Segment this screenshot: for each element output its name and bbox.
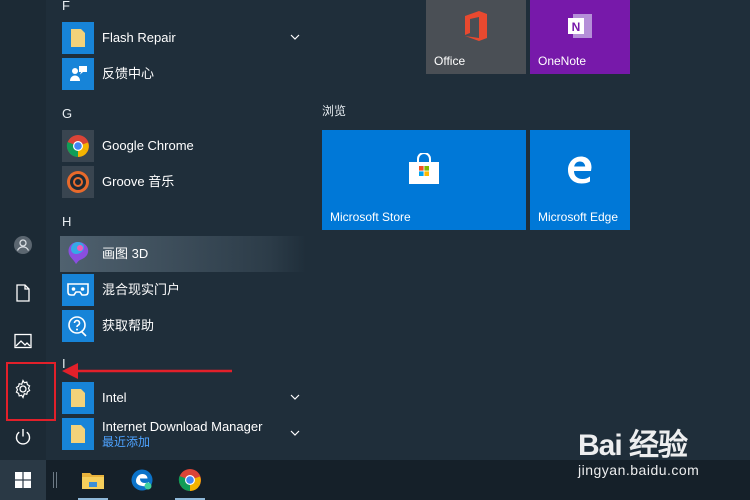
app-label: Google Chrome bbox=[102, 138, 194, 153]
chevron-down-icon[interactable] bbox=[290, 32, 300, 42]
watermark-brand: Bai 经验 bbox=[578, 429, 688, 462]
app-feedback-hub[interactable]: 反馈中心 bbox=[60, 56, 306, 92]
app-mixed-reality-portal[interactable]: 混合现实门户 bbox=[60, 272, 306, 308]
feedback-hub-icon bbox=[62, 58, 94, 90]
groove-music-icon bbox=[62, 166, 94, 198]
office-icon bbox=[426, 0, 526, 52]
recently-added-label: 最近添加 bbox=[102, 435, 151, 449]
app-paint-3d[interactable]: 画图 3D bbox=[60, 236, 306, 272]
folder-icon bbox=[62, 418, 94, 450]
folder-icon bbox=[62, 382, 94, 414]
get-help-icon bbox=[62, 310, 94, 342]
taskbar-file-explorer[interactable] bbox=[70, 460, 116, 500]
folder-icon bbox=[62, 22, 94, 54]
app-label: Intel bbox=[102, 390, 127, 405]
file-explorer-icon bbox=[82, 473, 104, 489]
app-intel[interactable]: Intel bbox=[60, 380, 306, 416]
mixed-reality-icon bbox=[62, 274, 94, 306]
pictures-button[interactable] bbox=[0, 318, 46, 364]
app-label: Groove 音乐 bbox=[102, 174, 175, 189]
tile-label: Microsoft Store bbox=[330, 210, 411, 224]
app-list: F Flash Repair 反馈中心 G Google Chrome Groo… bbox=[56, 0, 306, 460]
start-button[interactable] bbox=[0, 460, 46, 500]
power-icon bbox=[15, 429, 31, 445]
app-flash-repair[interactable]: Flash Repair bbox=[60, 20, 306, 56]
tile-microsoft-store[interactable]: Microsoft Store bbox=[322, 130, 526, 230]
svg-text:N: N bbox=[572, 20, 581, 34]
app-label: 获取帮助 bbox=[102, 318, 155, 333]
user-icon bbox=[14, 236, 32, 254]
tile-office[interactable]: Office bbox=[426, 0, 526, 74]
app-label: Flash Repair bbox=[102, 30, 176, 45]
letter-header-h[interactable]: H bbox=[62, 214, 71, 229]
watermark-url: jingyan.baidu.com bbox=[578, 462, 700, 478]
chevron-down-icon[interactable] bbox=[290, 428, 300, 438]
tile-label: OneNote bbox=[538, 54, 587, 68]
taskbar-chrome[interactable] bbox=[167, 460, 213, 500]
app-label: 混合现实门户 bbox=[102, 282, 181, 297]
app-label-group: Internet Download Manager 最近添加 bbox=[102, 419, 262, 449]
taskbar-separator bbox=[56, 472, 57, 488]
baidu-jingyan-watermark: Bai 经验 jingyan.baidu.com bbox=[578, 418, 748, 484]
paint-3d-icon bbox=[62, 238, 94, 270]
app-label: 反馈中心 bbox=[102, 66, 155, 81]
pointer-arrow bbox=[62, 363, 232, 379]
app-google-chrome[interactable]: Google Chrome bbox=[60, 128, 306, 164]
tile-onenote[interactable]: N OneNote bbox=[530, 0, 630, 74]
app-get-help[interactable]: 获取帮助 bbox=[60, 308, 306, 344]
settings-highlight-box bbox=[6, 362, 56, 421]
chevron-down-icon[interactable] bbox=[290, 392, 300, 402]
app-groove-music[interactable]: Groove 音乐 bbox=[60, 164, 306, 200]
letter-header-g[interactable]: G bbox=[62, 106, 72, 121]
chrome-icon bbox=[178, 469, 201, 491]
tile-group-title[interactable]: 浏览 bbox=[322, 102, 346, 119]
tile-label: Microsoft Edge bbox=[538, 210, 619, 224]
onenote-icon: N bbox=[530, 0, 630, 52]
user-account-button[interactable] bbox=[0, 222, 46, 268]
store-bag-icon bbox=[322, 130, 526, 208]
chrome-icon bbox=[62, 130, 94, 162]
windows-start-icon bbox=[15, 472, 31, 488]
taskbar-edge[interactable] bbox=[119, 460, 165, 500]
taskbar-separator bbox=[53, 472, 54, 488]
document-icon bbox=[16, 284, 30, 302]
app-label: Internet Download Manager bbox=[102, 419, 263, 434]
pictures-icon bbox=[14, 333, 32, 349]
letter-header-f[interactable]: F bbox=[62, 0, 70, 13]
edge-legacy-icon bbox=[530, 130, 630, 208]
tile-label: Office bbox=[434, 54, 466, 68]
app-label: 画图 3D bbox=[102, 246, 149, 261]
tile-microsoft-edge[interactable]: Microsoft Edge bbox=[530, 130, 630, 230]
edge-icon bbox=[131, 469, 153, 491]
documents-button[interactable] bbox=[0, 270, 46, 316]
app-internet-download-manager[interactable]: Internet Download Manager 最近添加 bbox=[60, 416, 306, 452]
